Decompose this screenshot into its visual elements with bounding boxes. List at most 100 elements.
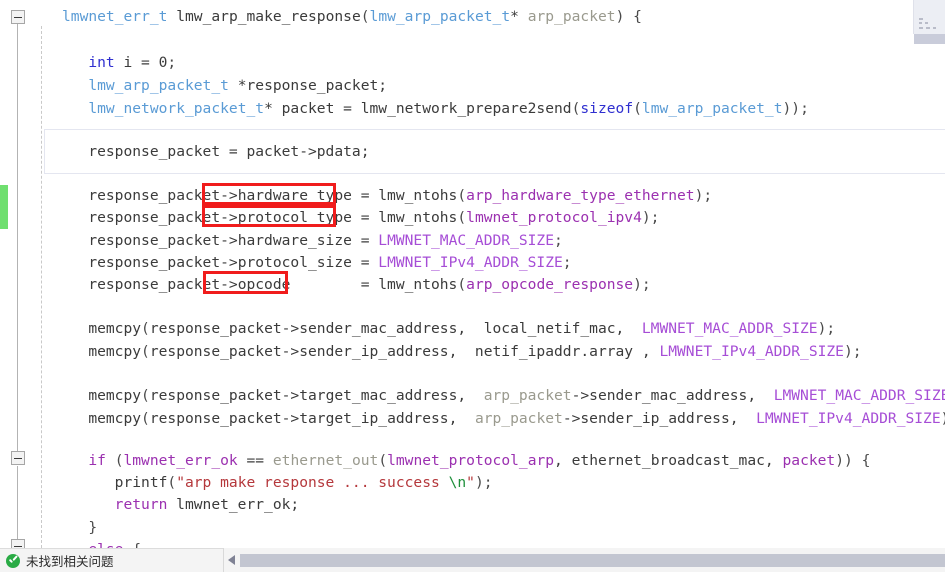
code-token: memcpy [88,343,142,360]
code-line[interactable]: lmw_network_packet_t* packet = lmw_netwo… [88,97,809,120]
minimap-mark [926,27,930,29]
code-token: lmw_arp_packet_t [369,8,511,25]
code-token: ( [457,187,467,204]
code-token: lmwnet_err_t [62,8,168,25]
code-token: * packet = lmw_network_prepare2send [264,100,572,117]
code-token: ethernet_out [272,452,379,469]
code-token: else [88,541,123,548]
code-token: ( [457,209,467,226]
fold-region-line [17,24,18,452]
code-line[interactable]: response_packet->hardware_size = LMWNET_… [88,229,562,252]
code-line[interactable]: memcpy(response_packet->target_mac_addre… [88,384,945,407]
status-message: 未找到相关问题 [26,554,114,569]
scrollbar-thumb[interactable] [240,553,945,567]
code-token: LMWNET_IPv4_ADDR_SIZE [378,254,563,271]
code-token: ; [562,254,572,271]
code-token: arp_hardware_type_ethernet [466,187,695,204]
code-line[interactable]: printf("arp make response ... success \n… [115,471,493,494]
editor-window: lmwnet_err_t lmw_arp_make_response(lmw_a… [0,0,945,572]
minimap-mark [933,27,936,29]
code-token: )) { [835,452,871,469]
code-token: lmw_network_packet_t [88,100,265,117]
code-token: memcpy [88,320,142,337]
code-token: ( [378,452,388,469]
code-minimap[interactable] [913,0,945,34]
code-token: ); [694,187,713,204]
minimap-scroll-thumb[interactable] [914,34,945,44]
code-line[interactable]: if (lmwnet_err_ok == ethernet_out(lmwnet… [88,449,870,472]
indent-guide [41,26,42,548]
code-token: ->sender_ip_address, [562,410,757,427]
scroll-left-arrow-icon[interactable] [224,548,240,572]
code-token: response_packet->sender_ip_address, neti… [149,343,660,360]
code-token: lmwnet_protocol_ipv4 [466,209,642,226]
code-line[interactable]: memcpy(response_packet->target_ip_addres… [88,407,945,430]
code-token: response_packet->opcode = lmw_ntohs [88,276,458,293]
fold-toggle-icon[interactable] [11,10,25,24]
code-token: LMWNET_MAC_ADDR_SIZE [378,232,555,249]
code-line[interactable]: lmw_arp_packet_t *response_packet; [88,74,387,97]
code-line[interactable]: response_packet = packet->pdata; [88,140,369,163]
code-token: " [466,474,475,491]
fold-toggle-icon[interactable] [11,539,25,548]
code-token: lmwnet_err_ok [123,452,238,469]
code-token: LMWNET_MAC_ADDR_SIZE [641,320,818,337]
scrollbar-track[interactable] [240,553,945,567]
code-token: ( [141,343,150,360]
code-token: LMWNET_MAC_ADDR_SIZE [773,387,945,404]
code-token: response_packet->target_ip_address, [149,410,475,427]
code-token: lmwnet_err_ok; [167,496,300,513]
code-token: arp_packet [527,8,616,25]
fold-toggle-icon[interactable] [11,451,25,465]
code-token: sizeof [580,100,634,117]
code-token: if [88,452,106,469]
code-token: response_packet->hardware_type = lmw_nto… [88,187,458,204]
fold-gutter[interactable] [0,0,30,548]
minimap-mark [925,22,928,24]
code-line[interactable]: lmwnet_err_t lmw_arp_make_response(lmw_a… [62,5,642,28]
code-token: *response_packet; [228,77,388,94]
code-token: ( [141,320,150,337]
code-token: )); [782,100,809,117]
code-line[interactable]: response_packet->protocol_type = lmw_nto… [88,206,659,229]
code-token: ); [941,410,945,427]
code-line[interactable]: memcpy(response_packet->sender_ip_addres… [88,340,861,363]
check-circle-icon [6,553,20,568]
minimap-mark [919,22,922,24]
code-token: ( [141,410,150,427]
code-line[interactable]: response_packet->opcode = lmw_ntohs(arp_… [88,273,650,296]
code-token: arp_packet [483,387,572,404]
code-token: lmw_arp_packet_t [641,100,783,117]
code-token: ; [167,54,177,71]
code-token: LMWNET_IPv4_ADDR_SIZE [756,410,941,427]
code-line[interactable]: else { [88,538,141,548]
code-token: int [88,54,115,71]
code-token: , ethernet_broadcast_mac, [554,452,783,469]
horizontal-scrollbar[interactable] [224,548,945,572]
code-token: ->sender_mac_address, [571,387,774,404]
code-token: ( [167,474,177,491]
code-token: ) { [615,8,642,25]
code-line[interactable]: return lmwnet_err_ok; [115,493,300,516]
code-token: * [510,8,528,25]
fold-region-line [17,466,18,540]
code-token: ); [633,276,651,293]
code-line[interactable]: response_packet->hardware_type = lmw_nto… [88,184,712,207]
inspection-status[interactable]: 未找到相关问题 [0,551,226,570]
code-editor-viewport[interactable]: lmwnet_err_t lmw_arp_make_response(lmw_a… [0,0,945,548]
code-token: } [88,519,98,536]
code-token: arp_packet [474,410,563,427]
code-token: response_packet->protocol_size = [88,254,379,271]
code-line[interactable]: response_packet->protocol_size = LMWNET_… [88,251,571,274]
code-token: lmw_arp_packet_t [88,77,229,94]
code-token: LMWNET_IPv4_ADDR_SIZE [659,343,844,360]
code-line[interactable]: int i = 0; [88,51,176,74]
code-token: lmw_arp_make_response [167,8,361,25]
code-token: "arp make response ... success [176,474,449,491]
code-token: ( [633,100,642,117]
code-token: lmwnet_protocol_arp [387,452,555,469]
minimap-mark [919,27,923,29]
code-line[interactable]: } [88,516,97,539]
code-token: arp_opcode_response [466,276,634,293]
code-line[interactable]: memcpy(response_packet->sender_mac_addre… [88,317,835,340]
